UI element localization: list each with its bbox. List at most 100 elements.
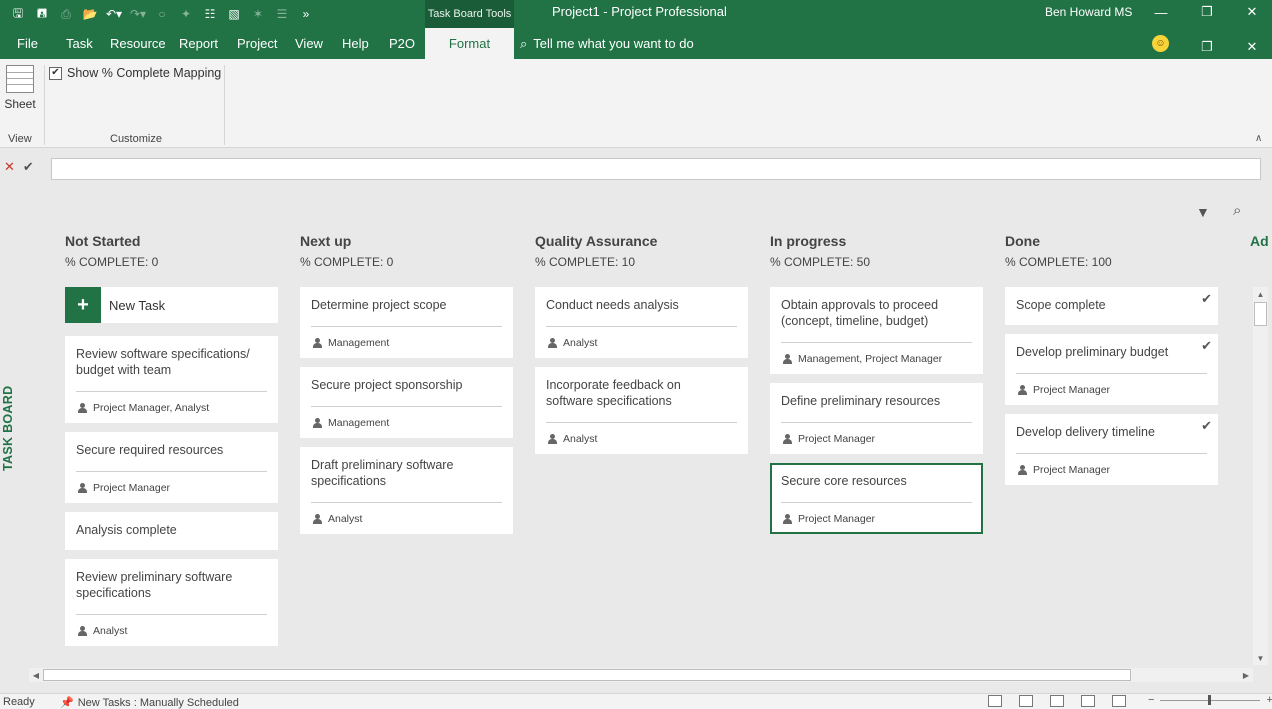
user-name[interactable]: Ben Howard MS	[1045, 0, 1132, 24]
board-column: Not Started % COMPLETE: 0 + New Task Review …	[65, 233, 278, 655]
save-as-icon[interactable]: 🖪	[32, 4, 52, 24]
report-view-icon[interactable]	[1112, 695, 1126, 707]
task-card[interactable]: Determine project scope Management	[300, 287, 513, 358]
ribbon-close-icon[interactable]: ✕	[1229, 35, 1272, 59]
restore-icon[interactable]: ❐	[1184, 0, 1230, 24]
task-card-title: Define preliminary resources	[781, 394, 941, 408]
split-icon[interactable]: ✶	[248, 4, 268, 24]
undo-icon[interactable]: ↶▾	[104, 4, 124, 24]
task-card[interactable]: Secure required resources Project Manager	[65, 432, 278, 503]
task-card[interactable]: Draft preliminary software specification…	[300, 447, 513, 534]
task-card-title: Review preliminary software specificatio…	[76, 570, 233, 600]
ribbon-restore-icon[interactable]: ❐	[1184, 35, 1230, 59]
board-column: Next up % COMPLETE: 0 Determine project sc…	[300, 233, 513, 543]
confirm-entry-icon[interactable]: ✔	[23, 159, 34, 175]
tab-project[interactable]: Project	[231, 28, 283, 59]
tell-me-box[interactable]: ⌕ Tell me what you want to do	[520, 28, 694, 59]
horizontal-scrollbar[interactable]: ◀ ▶	[29, 668, 1253, 682]
add-column-button[interactable]: Ad	[1250, 233, 1269, 249]
zoom-knob[interactable]	[1208, 694, 1212, 705]
open-icon[interactable]: 📂	[80, 4, 100, 24]
organize-icon[interactable]: ☷	[200, 4, 220, 24]
board-search-icon[interactable]: ⌕	[1233, 202, 1241, 219]
zoom-track[interactable]	[1160, 694, 1261, 705]
task-card[interactable]: Conduct needs analysis Analyst	[535, 287, 748, 358]
scroll-right-icon[interactable]: ▶	[1239, 668, 1253, 682]
minimize-icon[interactable]: —	[1138, 0, 1184, 24]
checkmark-icon: ✔	[1201, 418, 1212, 433]
tab-report[interactable]: Report	[173, 28, 224, 59]
tab-help[interactable]: Help	[336, 28, 375, 59]
column-title[interactable]: Quality Assurance	[535, 233, 748, 253]
filter-icon[interactable]: ▼	[1196, 204, 1210, 220]
tab-resource[interactable]: Resource	[104, 28, 172, 59]
scroll-up-icon[interactable]: ▲	[1253, 287, 1268, 301]
tab-task[interactable]: Task	[60, 28, 99, 59]
resource-sheet-icon[interactable]	[1081, 695, 1095, 707]
show-complete-mapping-checkbox[interactable]: ✔ Show % Complete Mapping	[49, 66, 221, 80]
task-card[interactable]: Define preliminary resources Project Mana…	[770, 383, 983, 454]
task-card[interactable]: Secure project sponsorship Management	[300, 367, 513, 438]
link-icon[interactable]: ✦	[176, 4, 196, 24]
entry-field[interactable]	[51, 158, 1261, 180]
resource-names: Project Manager	[1033, 463, 1111, 476]
column-title[interactable]: Next up	[300, 233, 513, 253]
task-card-title: Conduct needs analysis	[546, 298, 679, 312]
sheet-button[interactable]: Sheet	[2, 65, 38, 121]
vertical-scrollbar[interactable]: ▲ ▼	[1253, 287, 1268, 665]
column-title[interactable]: Done	[1005, 233, 1218, 253]
team-planner-icon[interactable]	[1050, 695, 1064, 707]
task-card-title: Determine project scope	[311, 298, 447, 312]
collapse-ribbon-icon[interactable]: ∧	[1255, 133, 1262, 144]
task-card[interactable]: Obtain approvals to proceed (concept, ti…	[770, 287, 983, 374]
person-icon	[78, 625, 87, 636]
column-title[interactable]: In progress	[770, 233, 983, 253]
task-card[interactable]: Analysis complete	[65, 512, 278, 550]
column-percent-complete: % COMPLETE: 0	[65, 255, 159, 269]
scroll-left-icon[interactable]: ◀	[29, 668, 43, 682]
new-tasks-mode[interactable]: 📌 New Tasks : Manually Scheduled	[60, 696, 239, 709]
person-icon	[548, 433, 557, 444]
card-resource: Project Manager	[781, 423, 972, 454]
redo-icon[interactable]: ↷▾	[128, 4, 148, 24]
task-card[interactable]: Scope complete ✔	[1005, 287, 1218, 325]
tab-file[interactable]: File	[11, 28, 44, 59]
plus-icon: +	[65, 287, 101, 323]
task-card[interactable]: Develop preliminary budget ✔ Project Manag…	[1005, 334, 1218, 405]
tab-format[interactable]: Format	[425, 28, 514, 59]
person-icon	[313, 417, 322, 428]
new-task-button[interactable]: + New Task	[65, 287, 278, 323]
task-card[interactable]: Incorporate feedback on software specifi…	[535, 367, 748, 454]
zoom-in-icon[interactable]: +	[1266, 694, 1272, 706]
task-card[interactable]: Secure core resources Project Manager	[770, 463, 983, 534]
save-icon[interactable]: 🖫	[8, 4, 28, 24]
column-title[interactable]: Not Started	[65, 233, 278, 253]
feedback-smiley-icon[interactable]: ☺	[1152, 35, 1169, 52]
print-preview-icon[interactable]: ⎙	[56, 4, 76, 24]
person-icon	[78, 402, 87, 413]
close-icon[interactable]: ✕	[1229, 0, 1272, 24]
tab-p2o[interactable]: P2O	[383, 28, 421, 59]
task-card[interactable]: Review software specifications/ budget w…	[65, 336, 278, 423]
inactivate-icon[interactable]: ☰	[272, 4, 292, 24]
window-title: Project1 - Project Professional	[552, 4, 727, 19]
zoom-slider[interactable]: − +	[1148, 694, 1272, 706]
task-usage-icon[interactable]	[1019, 695, 1033, 707]
horizontal-scroll-thumb[interactable]	[43, 669, 1131, 681]
task-card[interactable]: Review preliminary software specificatio…	[65, 559, 278, 646]
board-column: Done% COMPLETE: 100 Scope complete ✔ Develo…	[1005, 233, 1218, 494]
ribbon: Sheet View ✔ Show % Complete Mapping Cus…	[0, 59, 1272, 148]
vertical-scroll-thumb[interactable]	[1254, 302, 1267, 326]
group-divider	[44, 65, 45, 145]
circle-icon[interactable]: ○	[152, 4, 172, 24]
gantt-view-icon[interactable]	[988, 695, 1002, 707]
zoom-out-icon[interactable]: −	[1148, 694, 1154, 706]
task-card-title: Secure core resources	[781, 474, 907, 488]
note-icon[interactable]: ▧	[224, 4, 244, 24]
card-list: Conduct needs analysis Analyst Incorporate…	[535, 287, 748, 454]
cancel-entry-icon[interactable]: ✕	[4, 159, 15, 175]
scroll-down-icon[interactable]: ▼	[1253, 651, 1268, 665]
tab-view[interactable]: View	[289, 28, 329, 59]
task-card[interactable]: Develop delivery timeline ✔ Project Manage…	[1005, 414, 1218, 485]
more-commands-icon[interactable]: »	[296, 4, 316, 24]
